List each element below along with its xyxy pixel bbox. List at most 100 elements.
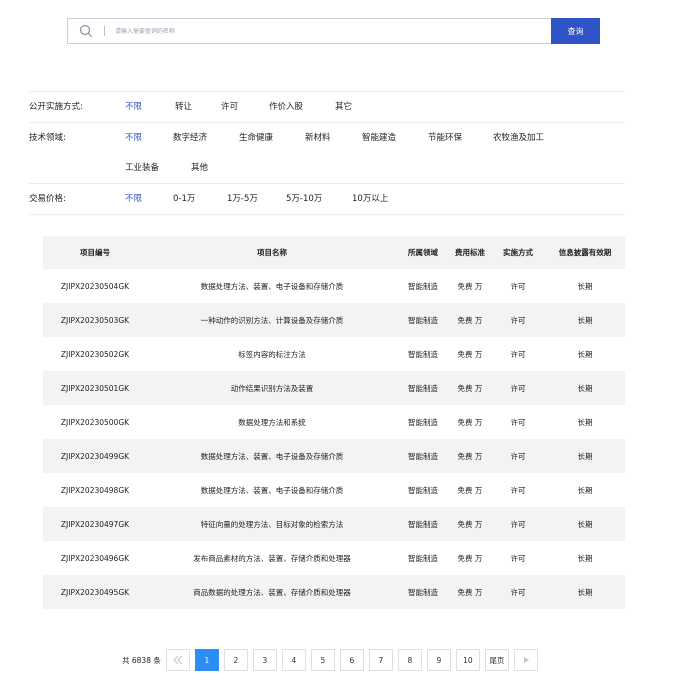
cell-project-id: ZJIPX20230504GK: [60, 281, 130, 291]
filter-option-tech-field-8[interactable]: 其他: [191, 153, 208, 183]
cell-field: 智能制造: [408, 553, 438, 563]
cell-fee: 免费 万: [457, 281, 483, 291]
cell-validity: 长期: [577, 349, 593, 359]
cell-field: 智能制造: [408, 281, 438, 291]
cell-project-id: ZJIPX20230502GK: [60, 349, 130, 359]
page-button-7[interactable]: 7: [368, 649, 393, 671]
page-button-4[interactable]: 4: [281, 649, 306, 671]
filter-option-implementation-3[interactable]: 作价入股: [269, 92, 303, 122]
cell-field: 智能制造: [408, 451, 438, 461]
table-row[interactable]: ZJIPX20230496GK 发布商品素材的方法、装置、存储介质和处理器 智能制造…: [43, 541, 625, 575]
filter-option-tech-field-6[interactable]: 农牧渔及加工: [493, 123, 544, 153]
filter-option-tech-field-1[interactable]: 数字经济: [173, 123, 207, 153]
search-button[interactable]: 查询: [551, 18, 600, 44]
cell-field: 智能制造: [408, 587, 438, 597]
cell-fee: 免费 万: [457, 587, 483, 597]
cell-project-name[interactable]: 数据处理方法和系统: [147, 417, 397, 428]
cell-project-id: ZJIPX20230497GK: [60, 519, 130, 529]
table-row[interactable]: ZJIPX20230495GK 商品数据的处理方法、装置、存储介质和处理器 智能制造…: [43, 575, 625, 609]
cell-project-id: ZJIPX20230499GK: [60, 451, 130, 461]
search-input[interactable]: [115, 27, 551, 35]
cell-project-name[interactable]: 一种动作的识别方法、计算设备及存储介质: [147, 315, 397, 326]
cell-fee: 免费 万: [457, 485, 483, 495]
page-button-1[interactable]: 1: [194, 649, 219, 671]
page-button-5[interactable]: 5: [310, 649, 335, 671]
table-row[interactable]: ZJIPX20230500GK 数据处理方法和系统 智能制造 免费 万 许可 长期: [43, 405, 625, 439]
cell-project-name[interactable]: 动作结果识别方法及装置: [147, 383, 397, 394]
filter-option-price-1[interactable]: 0-1万: [173, 184, 195, 214]
prev-page-button[interactable]: [165, 649, 190, 671]
cell-project-name[interactable]: 商品数据的处理方法、装置、存储介质和处理器: [147, 587, 397, 598]
table-row[interactable]: ZJIPX20230497GK 特征向量的处理方法、目标对象的检索方法 智能制造 免费…: [43, 507, 625, 541]
filter-row-implementation: 公开实施方式: 不限 转让 许可 作价入股 其它: [29, 92, 625, 123]
cell-validity: 长期: [577, 587, 593, 597]
table-row[interactable]: ZJIPX20230498GK 数据处理方法、装置、电子设备和存储介质 智能制造 免费…: [43, 473, 625, 507]
filter-option-tech-field-3[interactable]: 新材料: [305, 123, 331, 153]
filter-option-implementation-0[interactable]: 不限: [125, 92, 142, 122]
filter-option-price-4[interactable]: 10万以上: [352, 184, 388, 214]
cell-project-id: ZJIPX20230498GK: [60, 485, 130, 495]
page-button-3[interactable]: 3: [252, 649, 277, 671]
cell-method: 许可: [510, 587, 526, 597]
cell-fee: 免费 万: [457, 315, 483, 325]
cell-project-name[interactable]: 数据处理方法、装置、电子设备和存储介质: [147, 485, 397, 496]
cell-method: 许可: [510, 485, 526, 495]
cell-field: 智能制造: [408, 485, 438, 495]
table-body: ZJIPX20230504GK 数据处理方法、装置、电子设备和存储介质 智能制造 免费…: [43, 269, 625, 609]
filter-option-tech-field-0[interactable]: 不限: [125, 123, 142, 153]
cell-validity: 长期: [577, 281, 593, 291]
cell-field: 智能制造: [408, 349, 438, 359]
filter-option-tech-field-4[interactable]: 智能建造: [362, 123, 396, 153]
last-page-button[interactable]: 尾页: [484, 649, 509, 671]
filter-options-price: 不限 0-1万 1万-5万 5万-10万 10万以上: [125, 184, 625, 214]
filter-option-implementation-1[interactable]: 转让: [175, 92, 192, 122]
search-icon: [68, 19, 104, 43]
filter-option-tech-field-7[interactable]: 工业装备: [125, 153, 159, 183]
cell-field: 智能制造: [408, 417, 438, 427]
cell-project-name[interactable]: 数据处理方法、装置、电子设备和存储介质: [147, 281, 397, 292]
cell-project-id: ZJIPX20230495GK: [60, 587, 130, 597]
table-row[interactable]: ZJIPX20230499GK 数据处理方法、装置、电子设备及存储介质 智能制造 免费…: [43, 439, 625, 473]
cell-method: 许可: [510, 281, 526, 291]
cell-project-name[interactable]: 数据处理方法、装置、电子设备及存储介质: [147, 451, 397, 462]
cell-validity: 长期: [577, 519, 593, 529]
filter-option-tech-field-2[interactable]: 生命健康: [239, 123, 273, 153]
filter-label-implementation: 公开实施方式:: [29, 102, 83, 112]
filter-option-price-0[interactable]: 不限: [125, 184, 142, 214]
filter-label-price: 交易价格:: [29, 194, 66, 204]
next-page-button[interactable]: [513, 649, 538, 671]
table-row[interactable]: ZJIPX20230504GK 数据处理方法、装置、电子设备和存储介质 智能制造 免费…: [43, 269, 625, 303]
filter-option-implementation-4[interactable]: 其它: [335, 92, 352, 122]
cell-method: 许可: [510, 349, 526, 359]
table-header: 项目编号 项目名称 所属领域 费用标准 实施方式 信息披露有效期: [43, 236, 625, 269]
column-header-validity: 信息披露有效期: [558, 248, 612, 257]
table-row[interactable]: ZJIPX20230503GK 一种动作的识别方法、计算设备及存储介质 智能制造 免费…: [43, 303, 625, 337]
cell-project-name[interactable]: 标签内容的标注方法: [147, 349, 397, 360]
cell-fee: 免费 万: [457, 383, 483, 393]
table-row[interactable]: ZJIPX20230501GK 动作结果识别方法及装置 智能制造 免费 万 许可 长期: [43, 371, 625, 405]
page-button-10[interactable]: 10: [455, 649, 480, 671]
cell-fee: 免费 万: [457, 519, 483, 529]
page-button-9[interactable]: 9: [426, 649, 451, 671]
cell-method: 许可: [510, 417, 526, 427]
page-button-6[interactable]: 6: [339, 649, 364, 671]
filter-label-tech-field: 技术领域:: [29, 133, 66, 143]
page-button-2[interactable]: 2: [223, 649, 248, 671]
search-bar: 查询: [67, 18, 600, 44]
cell-fee: 免费 万: [457, 417, 483, 427]
cell-project-id: ZJIPX20230496GK: [60, 553, 130, 563]
filter-option-price-3[interactable]: 5万-10万: [286, 184, 322, 214]
pagination: 共 6838 条 1 2 3 4 5 6 7 8 9 10 尾页: [122, 649, 543, 671]
filter-option-implementation-2[interactable]: 许可: [221, 92, 238, 122]
cell-project-name[interactable]: 特征向量的处理方法、目标对象的检索方法: [147, 519, 397, 530]
filter-options-tech-field: 不限 数字经济 生命健康 新材料 智能建造 节能环保 农牧渔及加工工业装备 其他: [125, 123, 625, 183]
cell-method: 许可: [510, 553, 526, 563]
cell-project-name[interactable]: 发布商品素材的方法、装置、存储介质和处理器: [147, 553, 397, 564]
cell-method: 许可: [510, 383, 526, 393]
page-button-8[interactable]: 8: [397, 649, 422, 671]
table-row[interactable]: ZJIPX20230502GK 标签内容的标注方法 智能制造 免费 万 许可 长期: [43, 337, 625, 371]
total-count: 共 6838 条: [122, 655, 161, 665]
double-left-arrow-icon: [173, 655, 183, 665]
filter-option-price-2[interactable]: 1万-5万: [227, 184, 258, 214]
filter-option-tech-field-5[interactable]: 节能环保: [428, 123, 462, 153]
